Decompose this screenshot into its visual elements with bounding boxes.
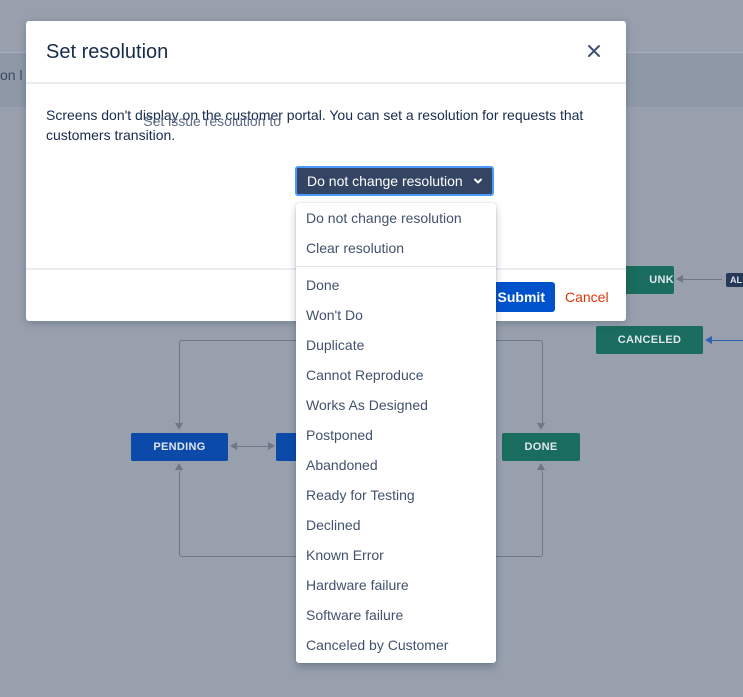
submit-button[interactable]: Submit [492, 282, 555, 312]
status-canceled[interactable]: CANCELED [596, 326, 703, 354]
close-button[interactable] [582, 39, 606, 63]
menu-divider [296, 266, 496, 267]
option-postponed[interactable]: Postponed [306, 427, 373, 443]
close-icon [588, 45, 600, 57]
option-wont-do[interactable]: Won't Do [306, 307, 363, 323]
option-abandoned[interactable]: Abandoned [306, 457, 378, 473]
arrow-left-icon [676, 275, 683, 283]
transition-line [682, 279, 722, 280]
option-do-not-change[interactable]: Do not change resolution [306, 210, 462, 226]
transition-line [236, 446, 270, 447]
arrow-right-icon [268, 442, 275, 450]
resolution-select[interactable]: Do not change resolution [295, 166, 494, 196]
arrow-up-icon [537, 463, 545, 470]
status-done[interactable]: DONE [502, 433, 580, 461]
arrow-down-icon [537, 423, 545, 430]
dialog-description: Screens don't display on the customer po… [46, 107, 584, 143]
resolution-dropdown-menu: Do not change resolution Clear resolutio… [296, 203, 496, 663]
option-clear-resolution[interactable]: Clear resolution [306, 240, 404, 256]
chevron-down-icon [474, 178, 482, 184]
option-ready-for-testing[interactable]: Ready for Testing [306, 487, 415, 503]
resolution-field-label: Set issue resolution to [143, 113, 281, 129]
option-known-error[interactable]: Known Error [306, 547, 384, 563]
option-duplicate[interactable]: Duplicate [306, 337, 364, 353]
arrow-left-icon [705, 336, 712, 344]
status-pending[interactable]: PENDING [131, 433, 228, 461]
arrow-down-icon [175, 423, 183, 430]
cancel-button[interactable]: Cancel [565, 289, 609, 305]
all-transition-badge: AL [726, 273, 743, 287]
option-works-as-designed[interactable]: Works As Designed [306, 397, 428, 413]
toolbar-text-fragment: on l [0, 67, 23, 83]
select-value: Do not change resolution [307, 173, 463, 189]
option-software-failure[interactable]: Software failure [306, 607, 403, 623]
option-cannot-reproduce[interactable]: Cannot Reproduce [306, 367, 424, 383]
arrow-left-icon [230, 442, 237, 450]
option-hardware-failure[interactable]: Hardware failure [306, 577, 409, 593]
arrow-up-icon [175, 463, 183, 470]
transition-line [712, 340, 743, 341]
option-done[interactable]: Done [306, 277, 339, 293]
dialog-title: Set resolution [46, 41, 169, 63]
option-declined[interactable]: Declined [306, 517, 360, 533]
dialog-header: Set resolution [26, 21, 626, 84]
option-canceled-by-customer[interactable]: Canceled by Customer [306, 637, 448, 653]
